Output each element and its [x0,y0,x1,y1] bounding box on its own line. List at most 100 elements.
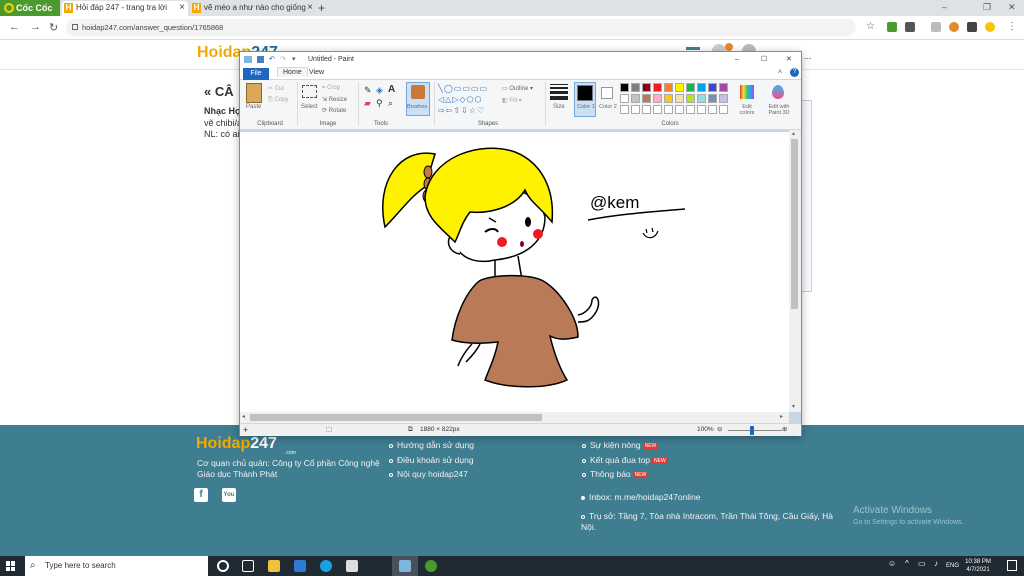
paint-window[interactable]: ↶ ↷ ▾ Untitled - Paint – ☐ ✕ File Home V… [239,51,802,436]
color-swatch[interactable] [620,94,629,103]
browser-tab-1[interactable]: H Hỏi đáp 247 - trang tra lời × [62,1,188,16]
vertical-scroll-thumb[interactable] [791,139,798,309]
footer-link-results[interactable]: Kết quả đua top NEW [582,455,668,465]
color-swatch[interactable] [675,83,684,92]
text-icon[interactable]: A [388,84,395,95]
horizontal-scroll-thumb[interactable] [250,414,542,421]
size-icon[interactable] [550,84,568,100]
store-icon[interactable] [346,560,358,572]
cut-button[interactable]: ✂ Cut [268,85,284,92]
color-swatch[interactable] [653,94,662,103]
color-picker-icon[interactable]: ⚲ [376,98,383,109]
clock[interactable]: 10:38 PM 4/7/2021 [963,558,993,574]
paint-minimize-icon[interactable]: – [735,52,739,67]
edge-icon[interactable] [320,560,332,572]
color-swatch[interactable] [719,94,728,103]
task-view-icon[interactable] [242,560,254,572]
custom-color-swatch[interactable] [620,105,629,114]
back-icon[interactable]: ← [9,21,20,33]
tab-close-icon[interactable]: × [307,1,313,15]
file-explorer-icon[interactable] [268,560,280,572]
custom-color-swatch[interactable] [642,105,651,114]
windows-start-icon[interactable] [6,561,16,571]
undo-icon[interactable]: ↶ [269,52,275,67]
edit-colors-button[interactable]: Edit colors [737,104,757,116]
custom-color-swatch[interactable] [664,105,673,114]
taskbar-search-input[interactable]: ⌕ Type here to search [25,556,208,576]
crop-button[interactable]: ⌗ Crop [322,85,340,92]
custom-color-swatch[interactable] [631,105,640,114]
notifications-icon[interactable] [1007,560,1017,571]
color-swatch[interactable] [653,83,662,92]
color-swatch[interactable] [631,94,640,103]
forward-icon[interactable]: → [30,21,41,33]
color-swatch[interactable] [620,83,629,92]
paint-close-icon[interactable]: ✕ [786,52,792,67]
magnifier-icon[interactable]: ⌕ [388,98,393,109]
footer-link-events[interactable]: Sự kiện nóng NEW [582,440,659,450]
reload-icon[interactable]: ↻ [49,21,58,34]
zoom-slider[interactable] [728,430,782,431]
coccoc-extension-icon[interactable] [887,22,897,32]
color-swatch[interactable] [697,83,706,92]
scroll-down-icon[interactable]: ▾ [792,403,795,410]
help-icon[interactable]: ? [790,68,799,77]
puzzle-icon[interactable] [967,22,977,32]
browser-tab-2[interactable]: Hvẽ méo a như nào cho giống × [190,1,316,16]
minimize-icon[interactable]: – [942,0,947,15]
people-icon[interactable]: ☺ [888,560,896,568]
zoom-out-icon[interactable]: ⊖ [717,424,722,436]
color-swatch[interactable] [664,94,673,103]
copy-button[interactable]: ⎘ Copy [268,97,288,104]
coccoc-icon[interactable] [425,560,437,572]
tab-home[interactable]: Home [277,67,308,77]
paste-icon[interactable] [246,83,262,103]
color-swatch[interactable] [642,94,651,103]
resize-button[interactable]: ⇲ Resize [322,96,347,103]
edit-paint3d-button[interactable]: Edit with Paint 3D [764,104,794,116]
cortana-icon[interactable] [217,560,229,572]
redo-icon[interactable]: ↷ [280,52,286,67]
color-swatch[interactable] [686,94,695,103]
drawing-canvas[interactable]: @kem [240,132,789,412]
rotate-button[interactable]: ⟳ Rotate [322,107,346,114]
network-icon[interactable]: ▭ [918,560,926,568]
extension-icon[interactable] [949,22,959,32]
extension-icon[interactable] [931,22,941,32]
custom-color-swatch[interactable] [653,105,662,114]
footer-inbox[interactable]: Inbox: m.me/hoidap247online [581,492,701,502]
eraser-icon[interactable]: ▰ [364,98,371,109]
paste-button[interactable]: Paste [246,104,261,110]
select-icon[interactable] [302,85,317,98]
pencil-icon[interactable]: ✎ [364,85,372,96]
fill-icon[interactable]: ◈ [376,85,383,96]
custom-color-swatch[interactable] [675,105,684,114]
tab-close-icon[interactable]: × [179,1,185,15]
horizontal-scrollbar[interactable]: ◂ ▸ [240,412,789,423]
custom-color-swatch[interactable] [719,105,728,114]
restore-icon[interactable]: ❐ [983,0,991,15]
shapes-gallery[interactable]: ╲◯▭▭▭▭ ◁△▷◇⬠⬡ ⇨⇦⇧⇩☆♡ [438,83,495,117]
select-button[interactable]: Select [301,104,318,110]
menu-icon[interactable]: ⋮ [1007,21,1017,32]
profile-icon[interactable] [985,22,995,32]
custom-color-swatch[interactable] [697,105,706,114]
paint3d-icon[interactable] [772,85,784,99]
footer-link-guide[interactable]: Hướng dẫn sử dụng [389,440,474,450]
url-input[interactable]: hoidap247.com/answer_question/1765868 [66,19,856,36]
menu-bar-icon[interactable] [686,47,700,50]
footer-link-terms[interactable]: Điều khoản sử dụng [389,455,474,465]
footer-link-rules[interactable]: Nội quy hoidap247 [389,469,468,479]
mail-icon[interactable] [294,560,306,572]
youtube-icon[interactable]: You [222,488,236,502]
zoom-in-icon[interactable]: ⊕ [782,424,787,436]
paint-icon[interactable] [399,560,411,572]
browser-logo[interactable]: Cốc Cốc [0,0,60,16]
color-swatch[interactable] [708,83,717,92]
color-swatch[interactable] [697,94,706,103]
color-swatch[interactable] [631,83,640,92]
color-swatch[interactable] [675,94,684,103]
collapse-ribbon-icon[interactable]: ˄ [778,69,782,76]
footer-link-notice[interactable]: Thông báo NEW [582,469,649,479]
color2-swatch[interactable] [601,87,613,99]
